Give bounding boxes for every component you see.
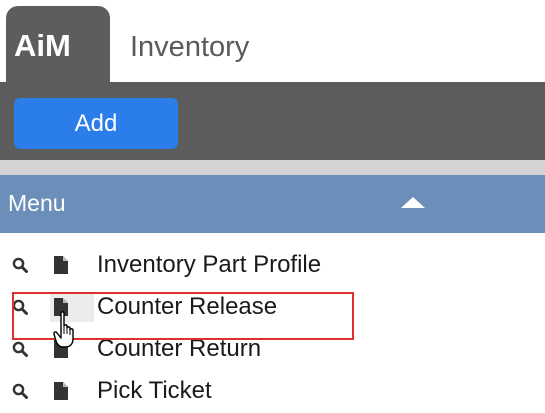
search-icon[interactable]: [12, 257, 28, 273]
search-icon[interactable]: [12, 341, 28, 357]
menu-title: Menu: [8, 190, 66, 216]
app-logo-tab[interactable]: AiM: [6, 6, 110, 82]
search-icon[interactable]: [12, 383, 28, 399]
caret-up-icon[interactable]: [401, 197, 425, 208]
toolbar: Add: [0, 82, 545, 160]
document-icon[interactable]: [53, 255, 69, 275]
menu-item-inventory-part-profile[interactable]: Inventory Part Profile: [0, 245, 545, 287]
top-bar: AiM Inventory: [0, 0, 545, 82]
document-icon[interactable]: [53, 381, 69, 401]
app-logo: AiM: [14, 28, 71, 63]
hand-cursor-icon: [53, 311, 74, 348]
menu-item-label[interactable]: Inventory Part Profile: [97, 251, 321, 279]
add-button[interactable]: Add: [14, 98, 178, 149]
menu-header[interactable]: Menu: [0, 175, 545, 233]
menu-item-label[interactable]: Pick Ticket: [97, 377, 212, 405]
divider: [0, 160, 545, 175]
module-title: Inventory: [130, 31, 250, 63]
